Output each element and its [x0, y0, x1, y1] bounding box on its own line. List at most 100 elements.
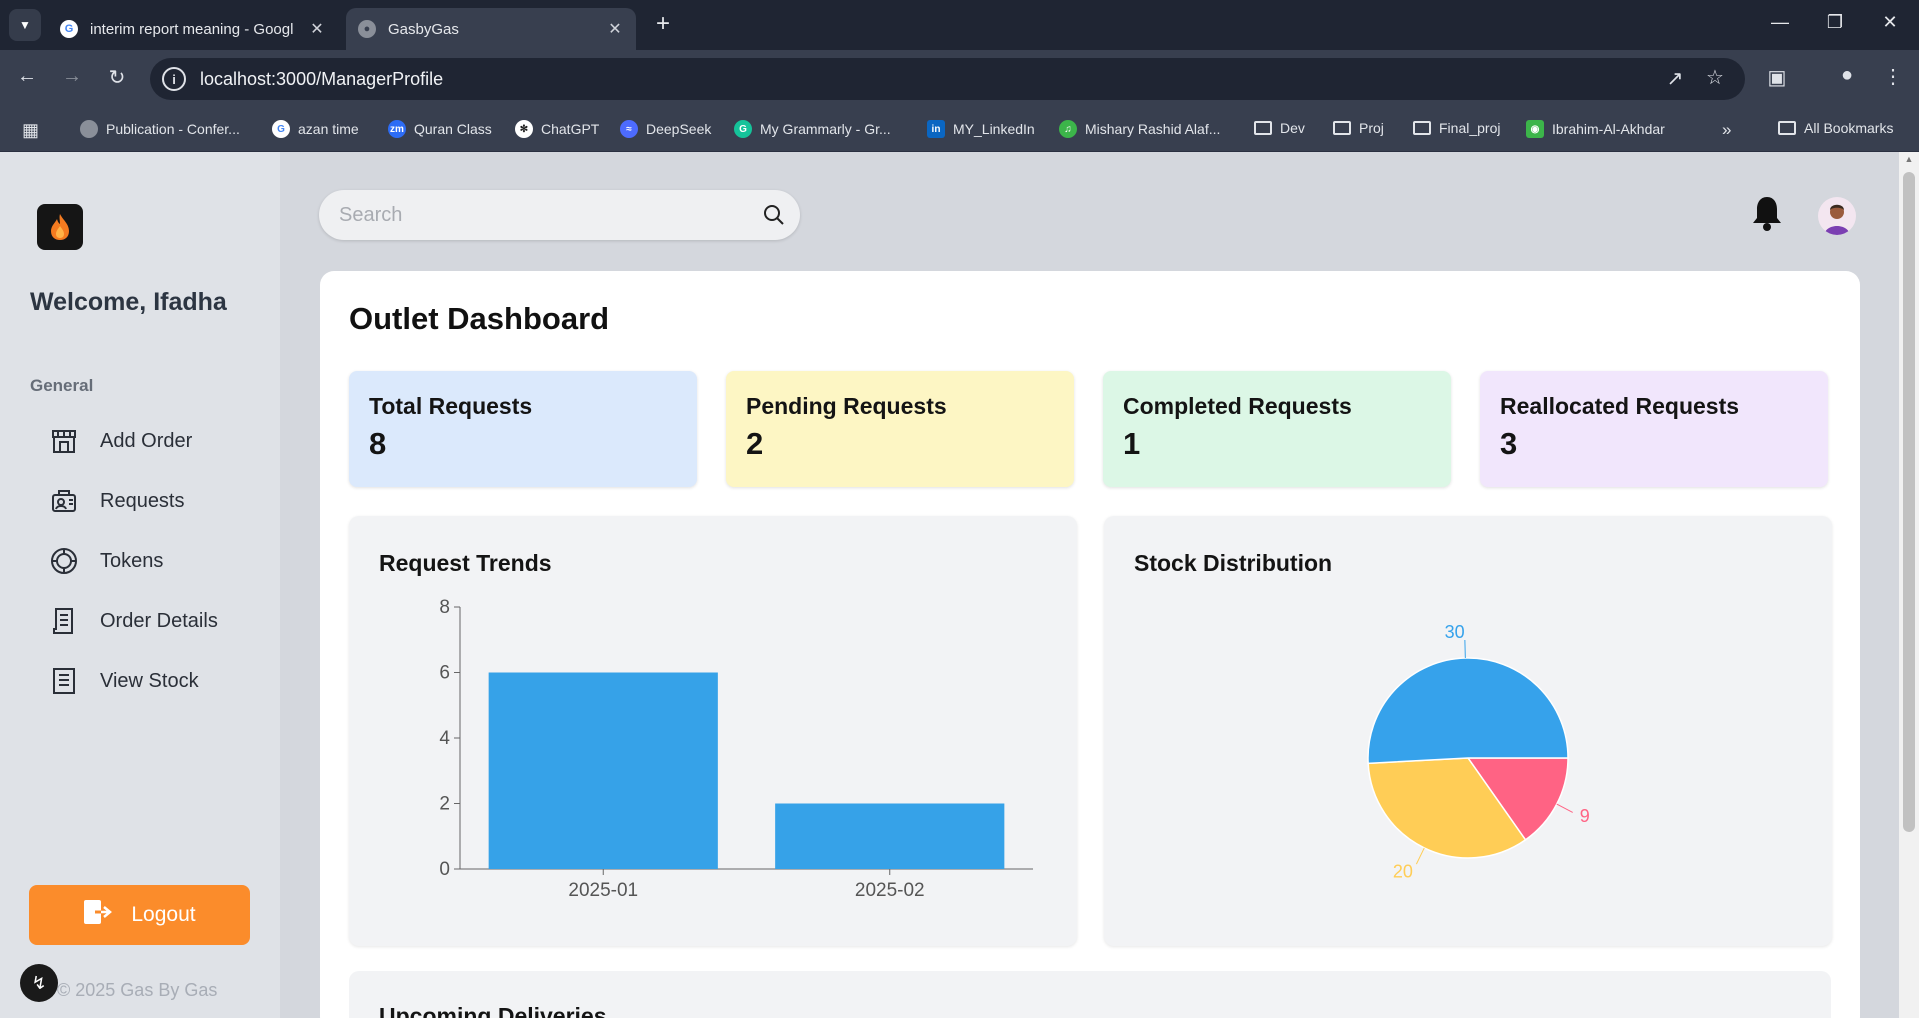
bookmark-item[interactable]: zm Quran Class [388, 120, 492, 138]
bookmark-label: MY_LinkedIn [953, 121, 1035, 137]
bookmark-item[interactable]: ≈ DeepSeek [620, 120, 711, 138]
main-content: Outlet Dashboard Total Requests 8 Pendin… [280, 152, 1899, 1018]
screenshot-icon[interactable]: ▣ [1762, 65, 1792, 90]
search-input[interactable] [339, 202, 739, 228]
x-tick-label: 2025-02 [855, 880, 925, 901]
scroll-up-icon[interactable]: ▲ [1903, 154, 1915, 164]
tab-title: GasbyGas [388, 20, 459, 38]
y-tick-label: 2 [439, 794, 450, 815]
minimize-icon[interactable]: — [1765, 12, 1795, 33]
bookmark-item[interactable]: ♫ Mishary Rashid Alaf... [1059, 120, 1220, 138]
copyright-text: © 2025 Gas By Gas [57, 980, 218, 1000]
google-icon: G [272, 120, 290, 138]
bookmark-item[interactable]: ◉ Ibrahim-Al-Akhdar [1526, 120, 1665, 138]
bookmark-label: Proj [1359, 120, 1384, 136]
notification-bell-icon[interactable] [1750, 194, 1784, 237]
bookmark-folder[interactable]: Dev [1254, 120, 1305, 136]
globe-icon: ● [358, 20, 376, 38]
stat-value: 3 [1500, 426, 1518, 461]
browser-tab-active[interactable]: ● GasbyGas ✕ [346, 8, 636, 50]
chart-title: Stock Distribution [1134, 550, 1333, 576]
address-bar-row: ← → ↻ i localhost:3000/ManagerProfile ↗ … [0, 50, 1919, 108]
close-window-icon[interactable]: ✕ [1875, 12, 1905, 33]
bookmark-folder[interactable]: Proj [1333, 120, 1384, 136]
browser-tab-bar: ▼ G interim report meaning - Googl ✕ ● G… [0, 0, 1919, 50]
sidebar-item-add-order[interactable]: Add Order [48, 421, 192, 461]
requests-icon [48, 485, 80, 517]
dashboard-card: Outlet Dashboard Total Requests 8 Pendin… [320, 271, 1860, 1018]
chart-title: Request Trends [379, 550, 552, 576]
apps-grid-icon[interactable]: ▦ [22, 120, 39, 141]
restore-icon[interactable]: ❐ [1820, 12, 1850, 33]
sidebar-item-label: View Stock [100, 669, 199, 692]
folder-icon [1413, 121, 1431, 135]
bar [775, 803, 1005, 869]
upcoming-deliveries-panel: Upcoming Deliveries [349, 971, 1831, 1018]
sidebar-item-label: Add Order [100, 429, 193, 452]
sidebar: Welcome, Ifadha General Add Order Reques… [0, 152, 280, 1018]
bookmark-label: My Grammarly - Gr... [760, 121, 891, 137]
zoom-icon: zm [388, 120, 406, 138]
logout-icon [83, 899, 113, 931]
stat-value: 8 [369, 426, 387, 461]
bookmark-item[interactable]: Publication - Confer... [80, 120, 240, 138]
bookmarks-bar: ▦ Publication - Confer... Gazan time zm Q… [0, 108, 1919, 152]
url-text: localhost:3000/ManagerProfile [200, 68, 444, 89]
stat-card-reallocated: Reallocated Requests 3 [1480, 371, 1828, 487]
reload-icon[interactable]: ↻ [102, 65, 132, 90]
section-title: Upcoming Deliveries [379, 1003, 607, 1018]
open-in-app-icon[interactable]: ↗ [1660, 66, 1690, 91]
chat-icon: ◉ [1526, 120, 1544, 138]
scrollbar-thumb[interactable] [1903, 172, 1915, 832]
bookmark-item[interactable]: ✻ ChatGPT [515, 120, 599, 138]
all-bookmarks-button[interactable]: All Bookmarks [1778, 120, 1893, 136]
y-tick-label: 0 [439, 859, 450, 880]
bookmark-item[interactable]: Gazan time [272, 120, 359, 138]
stat-label: Completed Requests [1123, 393, 1352, 419]
request-trends-chart: 0 2 4 6 8 2025-01 2025-02 [439, 597, 1033, 901]
close-tab-icon[interactable]: ✕ [308, 19, 326, 39]
request-trends-panel: 0 2 4 6 8 2025-01 2025-02 Request Trends [349, 516, 1077, 946]
sidebar-item-requests[interactable]: Requests [48, 481, 185, 521]
stat-label: Total Requests [369, 393, 533, 419]
sidebar-item-tokens[interactable]: Tokens [48, 541, 163, 581]
browser-tab[interactable]: G interim report meaning - Googl ✕ [48, 8, 338, 50]
tab-title: interim report meaning - Googl [90, 20, 294, 38]
bookmark-folder[interactable]: Final_proj [1413, 120, 1500, 136]
bookmark-item[interactable]: G My Grammarly - Gr... [734, 120, 891, 138]
bookmark-star-icon[interactable]: ☆ [1700, 65, 1730, 90]
user-avatar[interactable] [1818, 197, 1856, 235]
deepseek-icon: ≈ [620, 120, 638, 138]
order-list-icon [48, 605, 80, 637]
new-tab-button[interactable]: + [648, 10, 678, 38]
search-icon[interactable] [762, 203, 786, 232]
forward-icon[interactable]: → [57, 65, 87, 88]
bar [488, 672, 718, 869]
tab-search-button[interactable]: ▼ [9, 9, 41, 41]
bookmark-item[interactable]: in MY_LinkedIn [927, 120, 1035, 138]
bookmark-label: Mishary Rashid Alaf... [1085, 121, 1221, 137]
search-bar [319, 190, 800, 240]
y-tick-label: 4 [439, 728, 450, 749]
more-bookmarks-icon[interactable]: » [1722, 120, 1731, 140]
sidebar-item-view-stock[interactable]: View Stock [48, 661, 199, 701]
page-title: Outlet Dashboard [349, 301, 610, 336]
globe-icon [80, 120, 98, 138]
bookmark-label: Dev [1280, 120, 1305, 136]
page-scrollbar[interactable]: ▲ [1899, 152, 1919, 1018]
bolt-icon[interactable]: ↯ [20, 964, 58, 1002]
url-bar[interactable]: i localhost:3000/ManagerProfile [150, 58, 1745, 100]
browser-menu-icon[interactable]: ⋮ [1878, 64, 1908, 89]
sidebar-item-order-details[interactable]: Order Details [48, 601, 218, 641]
logout-button[interactable]: Logout [29, 885, 250, 945]
back-icon[interactable]: ← [12, 65, 42, 88]
pie-data-label: 9 [1580, 806, 1590, 826]
site-info-icon[interactable]: i [162, 67, 186, 91]
stat-value: 2 [746, 426, 764, 461]
pie-data-label: 30 [1445, 622, 1465, 642]
close-tab-icon[interactable]: ✕ [606, 19, 624, 39]
bookmark-label: azan time [298, 121, 359, 137]
profile-icon[interactable]: ● [1832, 64, 1862, 87]
bookmark-label: All Bookmarks [1804, 120, 1894, 136]
sidebar-item-label: Requests [100, 489, 185, 512]
